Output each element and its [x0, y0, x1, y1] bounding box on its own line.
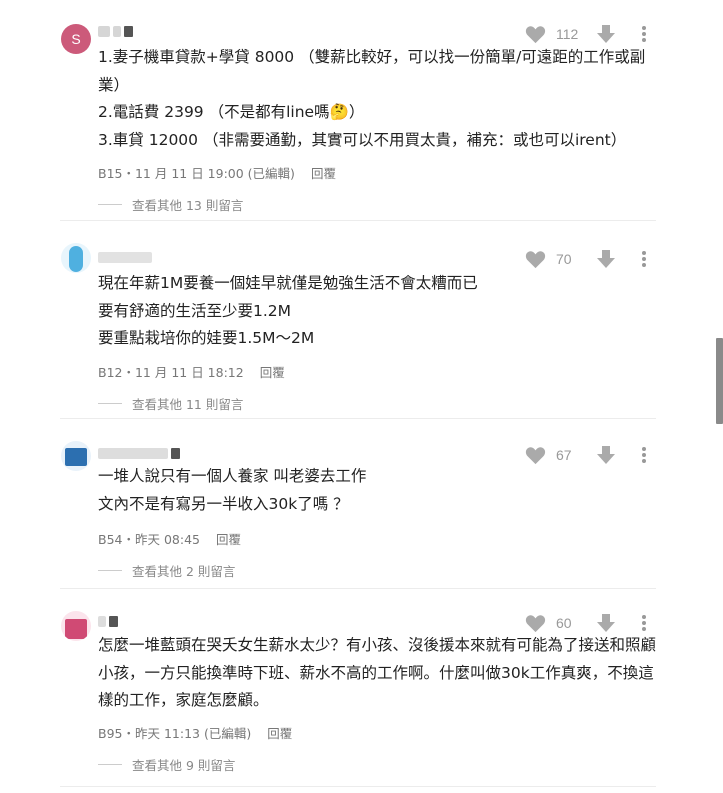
more-vertical-icon[interactable] — [642, 26, 646, 42]
more-replies-label: 查看其他 13 則留言 — [132, 198, 244, 213]
arrow-down-icon[interactable] — [596, 24, 616, 44]
heart-icon[interactable] — [525, 614, 546, 633]
comment-line: 要有舒適的生活至少要1.2M — [98, 301, 292, 320]
comment-meta: B54・昨天 08:45 回覆 — [98, 529, 241, 548]
comment-actions: 60 — [525, 613, 646, 633]
reply-button[interactable]: 回覆 — [260, 362, 285, 381]
heart-icon[interactable] — [525, 446, 546, 465]
heart-icon[interactable] — [525, 250, 546, 269]
comment-line: 現在年薪1M要養一個娃早就僅是勉強生活不會太糟而已 — [98, 274, 478, 292]
like-count: 70 — [556, 251, 572, 267]
comment-item: 70 現在年薪1M要養一個娃早就僅是勉強生活不會太糟而已 要有舒適的生活至少要1… — [60, 221, 656, 419]
author-name-redacted[interactable] — [98, 614, 118, 628]
comment-actions: 70 — [525, 249, 646, 269]
comment-meta: B15・11 月 11 日 19:00 (已編輯) 回覆 — [98, 163, 336, 182]
reply-button[interactable]: 回覆 — [216, 529, 241, 548]
more-replies-label: 查看其他 2 則留言 — [132, 564, 236, 579]
comment-actions: 67 — [525, 445, 646, 465]
comment-item: 60 怎麼一堆藍頭在哭夭女生薪水太少？有小孩、沒後援本來就有可能為了接送和照顧小… — [60, 589, 656, 787]
avatar[interactable] — [61, 441, 91, 471]
comment-item: 67 一堆人說只有一個人養家 叫老婆去工作 文內不是有寫另一半收入30k了嗎 ？… — [60, 419, 656, 589]
comment-line: 文內不是有寫另一半收入30k了嗎 ？ — [98, 494, 349, 513]
comment-line: 要重點栽培你的娃要1.5M～2M — [98, 329, 315, 347]
reply-button[interactable]: 回覆 — [267, 723, 292, 742]
comment-content: 一堆人說只有一個人養家 叫老婆去工作 文內不是有寫另一半收入30k了嗎 ？ — [98, 463, 658, 518]
comment-meta: B12・11 月 11 日 18:12 回覆 — [98, 362, 285, 381]
more-vertical-icon[interactable] — [642, 251, 646, 267]
comment-content: 現在年薪1M要養一個娃早就僅是勉強生活不會太糟而已 要有舒適的生活至少要1.2M… — [98, 270, 658, 353]
more-replies-label: 查看其他 9 則留言 — [132, 758, 236, 773]
comment-line: 3.車貸 12000 （非需要通勤，其實可以不用買太貴，補充：或也可以irent… — [98, 130, 627, 149]
comment-meta: B95・昨天 11:13 (已編輯) 回覆 — [98, 723, 292, 742]
arrow-down-icon[interactable] — [596, 613, 616, 633]
avatar-letter: S — [71, 31, 81, 47]
more-vertical-icon[interactable] — [642, 447, 646, 463]
more-replies-link[interactable]: 查看其他 13 則留言 — [98, 195, 243, 214]
avatar[interactable] — [61, 243, 91, 273]
comment-timestamp: B15・11 月 11 日 19:00 (已編輯) — [98, 166, 295, 181]
comment-item: S 112 1.妻子機車貸款+學貸 8000 （雙薪比較好，可以找一份簡單/可遠… — [60, 0, 656, 221]
author-name-redacted[interactable] — [98, 24, 133, 38]
comment-content: 1.妻子機車貸款+學貸 8000 （雙薪比較好，可以找一份簡單/可遠距的工作或副… — [98, 44, 658, 154]
avatar[interactable] — [61, 611, 91, 641]
comment-timestamp: B12・11 月 11 日 18:12 — [98, 365, 244, 380]
arrow-down-icon[interactable] — [596, 249, 616, 269]
arrow-down-icon[interactable] — [596, 445, 616, 465]
like-count: 112 — [556, 26, 579, 42]
more-replies-link[interactable]: 查看其他 11 則留言 — [98, 394, 243, 413]
like-count: 60 — [556, 615, 572, 631]
comment-feed: S 112 1.妻子機車貸款+學貸 8000 （雙薪比較好，可以找一份簡單/可遠… — [60, 0, 656, 787]
scrollbar-thumb[interactable] — [716, 338, 723, 424]
comment-line: 1.妻子機車貸款+學貸 8000 （雙薪比較好，可以找一份簡單/可遠距的工作或副… — [98, 48, 646, 94]
more-replies-link[interactable]: 查看其他 9 則留言 — [98, 755, 235, 774]
comment-timestamp: B54・昨天 08:45 — [98, 532, 200, 547]
like-count: 67 — [556, 447, 572, 463]
more-vertical-icon[interactable] — [642, 615, 646, 631]
author-name-redacted[interactable] — [98, 250, 152, 264]
more-replies-label: 查看其他 11 則留言 — [132, 397, 244, 412]
heart-icon[interactable] — [525, 25, 546, 44]
comment-content: 怎麼一堆藍頭在哭夭女生薪水太少？有小孩、沒後援本來就有可能為了接送和照顧小孩，一… — [98, 632, 658, 715]
author-name-redacted[interactable] — [98, 446, 180, 460]
more-replies-link[interactable]: 查看其他 2 則留言 — [98, 561, 235, 580]
avatar[interactable]: S — [61, 24, 91, 54]
reply-button[interactable]: 回覆 — [311, 163, 336, 182]
comment-timestamp: B95・昨天 11:13 (已編輯) — [98, 726, 252, 741]
comment-line: 一堆人說只有一個人養家 叫老婆去工作 — [98, 467, 367, 485]
comment-actions: 112 — [525, 24, 646, 44]
comment-line: 2.電話費 2399 （不是都有line嗎🤔） — [98, 103, 365, 121]
comment-line: 怎麼一堆藍頭在哭夭女生薪水太少？有小孩、沒後援本來就有可能為了接送和照顧小孩，一… — [98, 636, 657, 709]
